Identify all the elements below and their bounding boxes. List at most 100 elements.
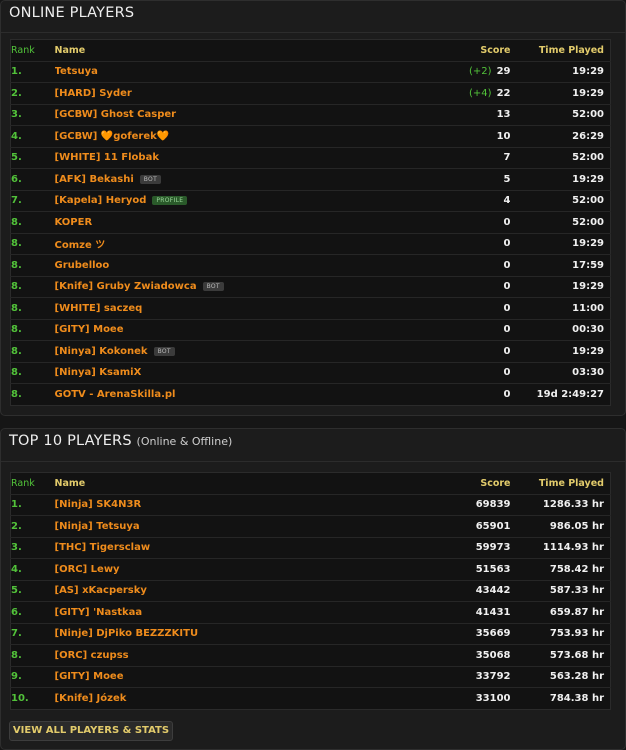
player-name-cell: [Ninja] SK4N3R — [54, 494, 381, 516]
score-header[interactable]: Score — [380, 472, 511, 495]
player-name-cell: KOPER — [54, 211, 381, 234]
player-name-cell: [Ninja] Tetsuya — [54, 515, 381, 538]
player-name-cell: [WHITE] saczeq — [54, 297, 381, 320]
player-score-cell: 0 — [380, 211, 511, 234]
top-players-table: Rank Name Score Time Played 1. [Ninja] SK… — [10, 472, 611, 710]
player-name-link[interactable]: [Knife] Gruby Zwiadowca — [55, 281, 197, 292]
player-name-link[interactable]: GOTV - ArenaSkilla.pl — [55, 389, 176, 400]
rank-header[interactable]: Rank — [10, 472, 55, 495]
player-rank: 3. — [10, 104, 55, 126]
player-name-link[interactable]: [Ninya] Kokonek — [55, 346, 148, 357]
player-name-link[interactable]: [ORC] czupss — [55, 650, 129, 661]
player-score: 4 — [503, 195, 511, 207]
player-name-cell: [Ninje] DjPiko BEZZZKITU — [54, 623, 381, 645]
player-row: 8. [GITY] Moee 0 00:30 — [10, 319, 611, 341]
player-score-cell: 33100 — [381, 688, 511, 710]
player-row: 1. Tetsuya (+2) 29 19:29 — [10, 61, 611, 83]
player-name-cell: [THC] Tigersclaw — [54, 537, 381, 559]
player-score: 33792 — [475, 671, 511, 683]
player-name-link[interactable]: [AS] xKacpersky — [55, 585, 147, 596]
player-name-cell: [AS] xKacpersky — [54, 580, 381, 602]
player-name-link[interactable]: [GCBW] 🧡goferek🧡 — [55, 131, 170, 142]
player-score-cell: 65901 — [380, 515, 511, 538]
player-name-link[interactable]: [Ninya] KsamiX — [55, 367, 142, 378]
player-score-cell: 35669 — [380, 623, 511, 645]
player-rank: 3. — [10, 537, 55, 559]
player-row: 6. [AFK] Bekashi BOT 5 19:29 — [10, 168, 611, 191]
player-time-played: 52:00 — [510, 147, 611, 169]
player-time-played: 19:29 — [510, 340, 611, 363]
player-name-cell: [Kapela] Heryod PROFILE — [54, 190, 381, 212]
player-name-link[interactable]: [HARD] Syder — [55, 88, 132, 99]
player-time-played: 52:00 — [510, 211, 611, 234]
player-score: 0 — [503, 388, 511, 400]
player-name-link[interactable]: [Kapela] Heryod — [55, 195, 147, 206]
player-time-played: 03:30 — [510, 362, 611, 384]
player-name-link[interactable]: [Ninje] DjPiko BEZZZKITU — [55, 628, 199, 639]
time-header[interactable]: Time Played — [510, 472, 611, 495]
player-row: 8. [Ninya] KsamiX 0 03:30 — [10, 362, 611, 384]
player-score-cell: 0 — [380, 319, 511, 341]
score-delta: (+2) — [469, 66, 492, 78]
player-row: 4. [GCBW] 🧡goferek🧡 10 26:29 — [10, 125, 611, 148]
player-row: 8. GOTV - ArenaSkilla.pl 0 19d 2:49:27 — [11, 384, 611, 406]
player-row: 8. [WHITE] saczeq 0 11:00 — [10, 297, 611, 320]
player-score: 0 — [503, 238, 511, 250]
player-name-link[interactable]: [GCBW] Ghost Casper — [55, 109, 177, 120]
online-players-table: Rank Name Score Time Played 1. Tetsuya (+2… — [10, 39, 611, 406]
score-header[interactable]: Score — [380, 39, 511, 62]
title-divider — [1, 32, 625, 33]
player-name-link[interactable]: [GITY] 'Nastkaa — [55, 607, 143, 618]
player-name-link[interactable]: [WHITE] 11 Flobak — [55, 152, 159, 163]
player-score-cell: 51563 — [380, 558, 511, 581]
player-rank: 1. — [10, 494, 55, 516]
player-time-played: 19d 2:49:27 — [536, 388, 604, 400]
player-row: 8. Grubelloo 0 17:59 — [10, 254, 611, 277]
player-score-cell: 13 — [380, 104, 511, 126]
score-delta: (+4) — [469, 87, 492, 99]
player-name-cell: [HARD] Syder — [54, 82, 381, 105]
player-name-link[interactable]: [Ninja] SK4N3R — [55, 499, 142, 510]
online-players-title: ONLINE PLAYERS — [9, 5, 135, 21]
player-rank: 8. — [11, 388, 22, 400]
view-all-players-button[interactable]: VIEW ALL PLAYERS & STATS — [9, 721, 173, 741]
player-name-link[interactable]: [GITY] Moee — [55, 324, 124, 335]
rank-header[interactable]: Rank — [10, 39, 55, 62]
name-header[interactable]: Name — [54, 472, 381, 495]
player-name-link[interactable]: [Knife] Józek — [55, 693, 127, 704]
player-score-cell: 59973 — [380, 537, 511, 559]
player-name-link[interactable]: [ORC] Lewy — [55, 564, 120, 575]
player-name-link[interactable]: [WHITE] saczeq — [55, 303, 143, 314]
player-time-played: 19:29 — [510, 61, 611, 83]
player-row: 6. [GITY] 'Nastkaa 41431 659.87 hr — [10, 601, 611, 624]
player-name-link[interactable]: Comze ツ — [55, 240, 106, 251]
player-time-played: 753.93 hr — [510, 623, 611, 645]
player-row: 8. Comze ツ 0 19:29 — [10, 233, 611, 255]
player-rank: 4. — [10, 125, 55, 148]
player-row: 9. [GITY] Moee 33792 563.28 hr — [10, 666, 611, 688]
player-name-link[interactable]: [THC] Tigersclaw — [55, 542, 151, 553]
top-players-subtitle: (Online & Offline) — [136, 435, 233, 448]
player-name-link[interactable]: Tetsuya — [55, 66, 98, 77]
player-score: 0 — [503, 216, 511, 228]
player-score: 5 — [503, 173, 511, 185]
player-time-played: 26:29 — [510, 125, 611, 148]
player-row: 5. [AS] xKacpersky 43442 587.33 hr — [10, 580, 611, 602]
time-header[interactable]: Time Played — [510, 39, 611, 62]
player-score-cell: 0 — [380, 297, 511, 320]
player-name-link[interactable]: [AFK] Bekashi — [55, 174, 134, 185]
top-players-panel: TOP 10 PLAYERS (Online & Offline) Rank N… — [0, 428, 626, 750]
player-name-link[interactable]: [GITY] Moee — [55, 671, 124, 682]
player-name-link[interactable]: Grubelloo — [55, 260, 110, 271]
profile-badge[interactable]: PROFILE — [152, 196, 188, 206]
name-header[interactable]: Name — [54, 39, 381, 62]
player-time-played: 587.33 hr — [510, 580, 611, 602]
player-time-played: 19:29 — [510, 82, 611, 105]
player-score: 51563 — [475, 563, 511, 575]
player-rank: 8. — [10, 211, 55, 234]
player-rank: 7. — [10, 623, 55, 645]
player-name-link[interactable]: [Ninja] Tetsuya — [55, 521, 140, 532]
player-score-cell: 41431 — [380, 601, 511, 624]
player-name-link[interactable]: KOPER — [55, 217, 93, 228]
player-row: 10. [Knife] Józek 33100 784.38 hr — [11, 688, 611, 710]
